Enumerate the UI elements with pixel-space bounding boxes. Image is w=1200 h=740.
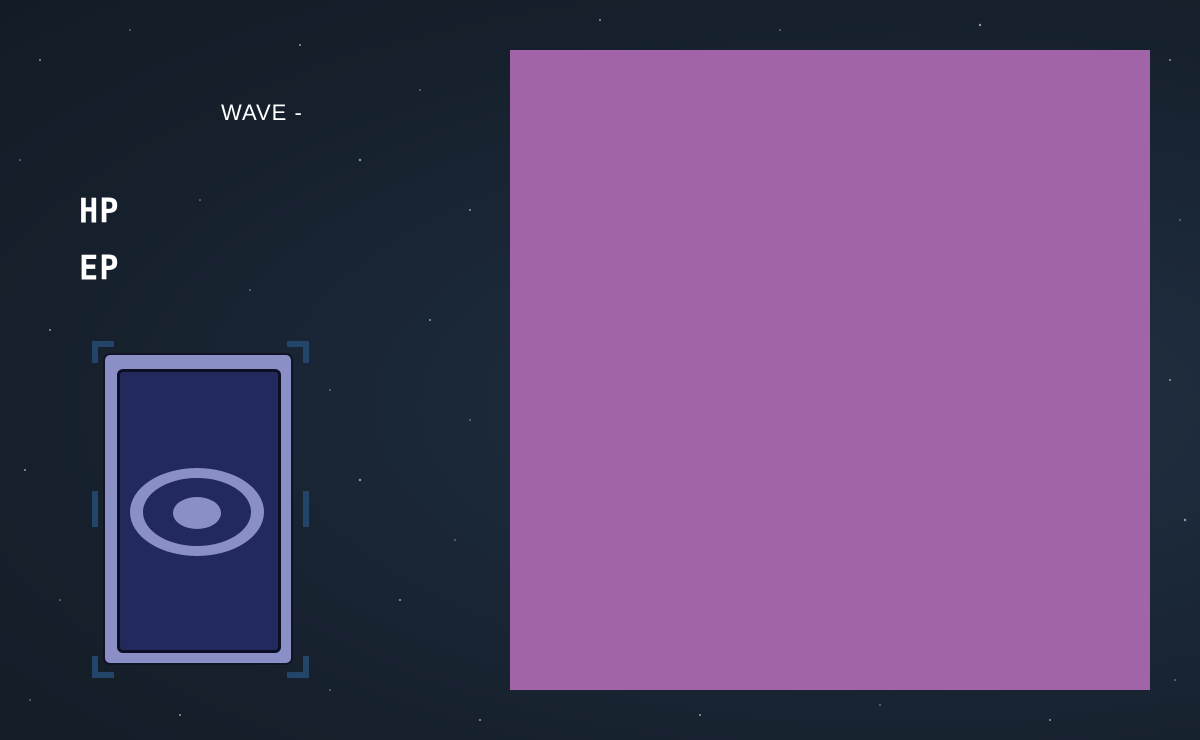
card-face [117,369,281,653]
eye-ring-icon [130,468,264,556]
slot-corner-top-right-v [303,341,309,363]
slot-edge-right [303,491,309,527]
game-board[interactable] [510,50,1150,690]
hp-label: HP [79,191,120,231]
ability-card[interactable] [103,353,293,665]
slot-corner-bottom-left-v [92,656,98,678]
ep-label: EP [79,248,120,288]
slot-corner-top-left-v [92,341,98,363]
wave-counter: WAVE - [221,100,303,125]
slot-corner-bottom-right-v [303,656,309,678]
slot-edge-left [92,491,98,527]
